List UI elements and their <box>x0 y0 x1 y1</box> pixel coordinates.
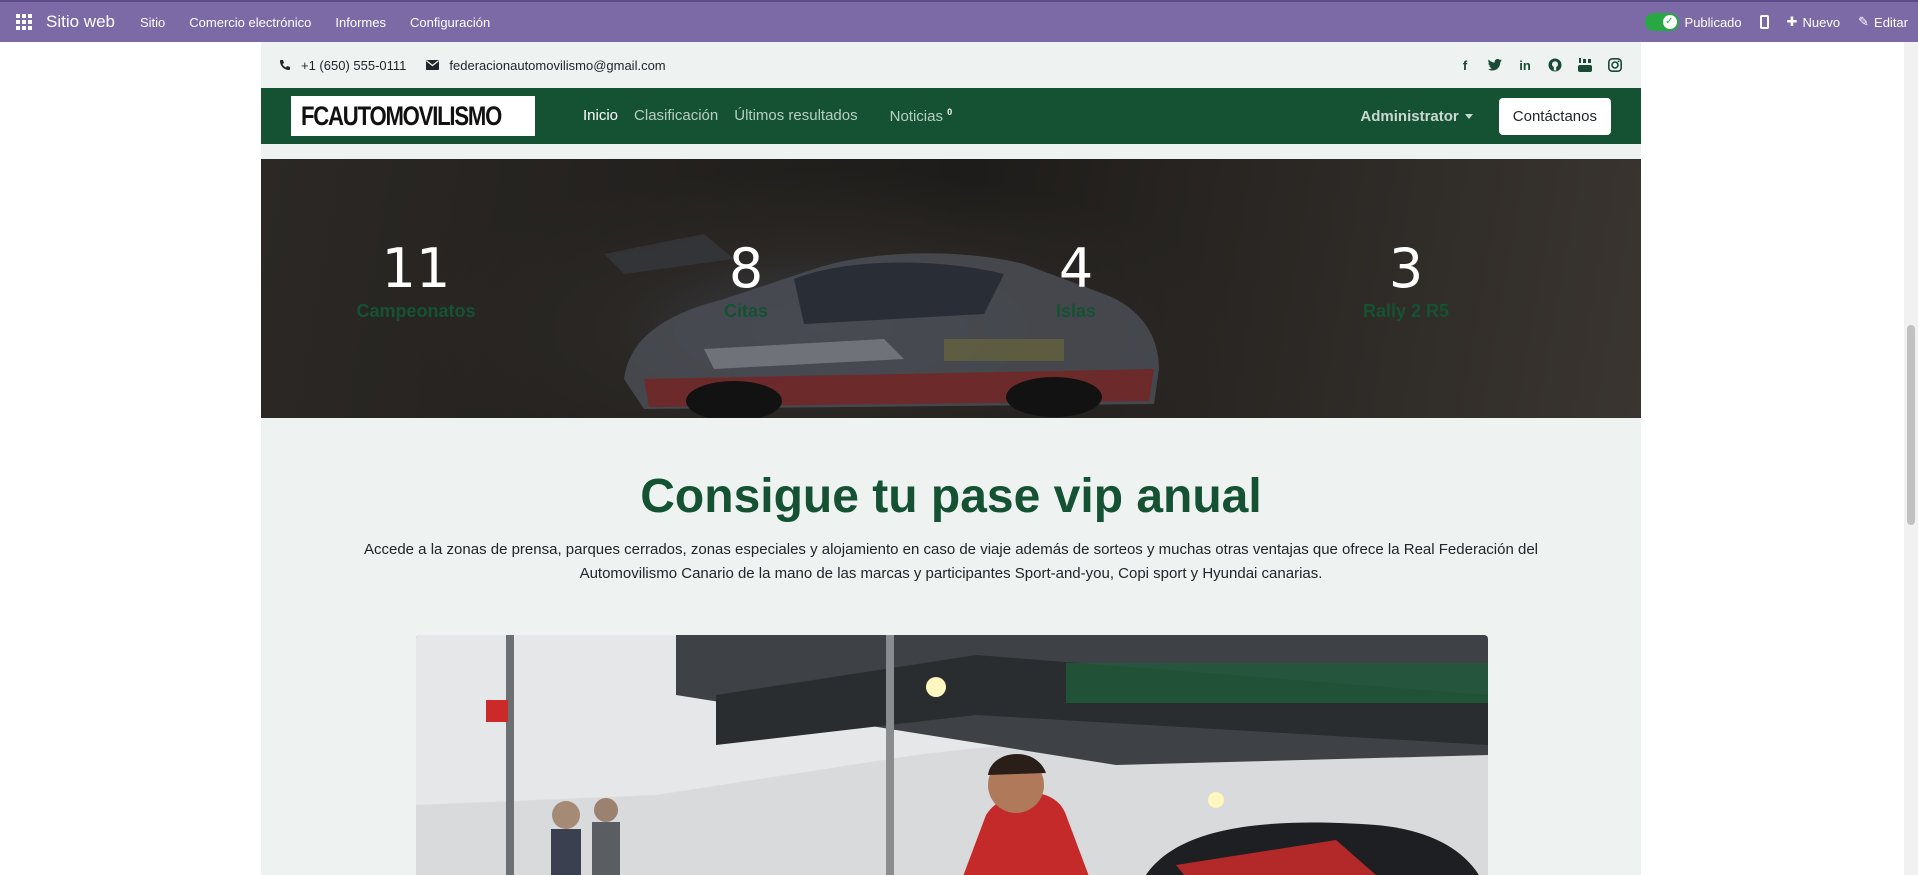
menu-item-comercio[interactable]: Comercio electrónico <box>177 15 323 30</box>
stat-label: Citas <box>723 301 768 321</box>
plus-icon: ✚ <box>1786 14 1798 29</box>
pencil-icon: ✎ <box>1858 14 1870 29</box>
paddock-photo-image <box>416 635 1488 875</box>
app-name[interactable]: Sitio web <box>46 12 115 32</box>
site-logo[interactable]: FCAUTOMOVILISMO <box>291 96 535 136</box>
menu-item-configuracion[interactable]: Configuración <box>398 15 502 30</box>
main-navbar: FCAUTOMOVILISMO Inicio Clasificación Últ… <box>261 88 1641 144</box>
phone-text: +1 (650) 555-0111 <box>301 57 407 73</box>
news-label: Noticias <box>889 108 943 125</box>
stat-value: 3 <box>1388 237 1424 300</box>
stat-value: 4 <box>1058 237 1094 300</box>
stat-label: Campeonatos <box>356 301 476 321</box>
stat-value: 11 <box>381 237 451 300</box>
nav-item-ultimos-resultados[interactable]: Últimos resultados <box>726 107 865 125</box>
menu-item-sitio[interactable]: Sitio <box>128 15 177 30</box>
stat-value: 8 <box>728 237 764 300</box>
envelope-icon <box>426 60 440 70</box>
stat-islas: 4 Islas <box>966 239 1186 322</box>
youtube-icon[interactable] <box>1577 57 1593 73</box>
paddock-photo <box>416 635 1488 875</box>
main-nav: Inicio Clasificación Últimos resultados … <box>575 107 960 125</box>
instagram-icon[interactable] <box>1607 57 1623 73</box>
contact-button[interactable]: Contáctanos <box>1498 97 1611 135</box>
published-toggle[interactable]: ✓ Publicado <box>1644 13 1742 31</box>
nav-item-clasificacion[interactable]: Clasificación <box>626 107 726 125</box>
admin-dropdown[interactable]: Administrator <box>1360 108 1472 125</box>
menu-item-informes[interactable]: Informes <box>323 15 398 30</box>
vip-description: Accede a la zonas de prensa, parques cer… <box>363 541 1538 582</box>
news-count-badge: 0 <box>947 107 953 117</box>
phone-icon <box>280 60 290 70</box>
facebook-icon[interactable]: f <box>1457 57 1473 73</box>
stats-band: 11 Campeonatos 8 Citas 4 Islas 3 Rally 2… <box>261 159 1641 418</box>
stat-campeonatos: 11 Campeonatos <box>306 239 526 322</box>
edit-button[interactable]: ✎ Editar <box>1858 14 1908 30</box>
stat-label: Rally 2 R5 <box>1362 301 1450 321</box>
github-icon[interactable] <box>1547 57 1563 73</box>
stat-label: Islas <box>1055 301 1097 321</box>
odoo-top-bar: Sitio web Sitio Comercio electrónico Inf… <box>0 0 1918 42</box>
vip-title: Consigue tu pase vip anual <box>640 470 1262 523</box>
mobile-preview-icon[interactable] <box>1759 15 1769 29</box>
nav-item-noticias[interactable]: Noticias 0 <box>882 107 961 125</box>
new-label: Nuevo <box>1802 14 1841 30</box>
stat-citas: 8 Citas <box>636 239 856 322</box>
website-frame: +1 (650) 555-0111 federacionautomovilism… <box>261 42 1641 875</box>
nav-item-inicio[interactable]: Inicio <box>575 107 626 125</box>
vip-section: Consigue tu pase vip anual Accede a la z… <box>261 418 1641 586</box>
toggle-switch[interactable]: ✓ <box>1644 13 1679 31</box>
twitter-icon[interactable] <box>1487 57 1503 73</box>
phone-contact[interactable]: +1 (650) 555-0111 <box>279 58 406 73</box>
social-links: f in <box>1457 57 1623 73</box>
page-scrollbar[interactable] <box>1904 42 1918 875</box>
contact-bar: +1 (650) 555-0111 federacionautomovilism… <box>261 42 1641 88</box>
linkedin-icon[interactable]: in <box>1517 57 1533 73</box>
edit-label: Editar <box>1874 14 1908 30</box>
published-label: Publicado <box>1684 14 1742 30</box>
scrollbar-thumb[interactable] <box>1907 325 1915 525</box>
check-icon: ✓ <box>1665 16 1674 27</box>
odoo-menu: Sitio Comercio electrónico Informes Conf… <box>128 15 502 30</box>
new-button[interactable]: ✚ Nuevo <box>1787 14 1840 30</box>
logo-text: FCAUTOMOVILISMO <box>301 100 502 131</box>
email-text: federacionautomovilismo@gmail.com <box>449 57 666 73</box>
email-contact[interactable]: federacionautomovilismo@gmail.com <box>426 57 666 73</box>
stat-rally2-r5: 3 Rally 2 R5 <box>1296 239 1516 322</box>
apps-grid-icon[interactable] <box>15 13 33 31</box>
